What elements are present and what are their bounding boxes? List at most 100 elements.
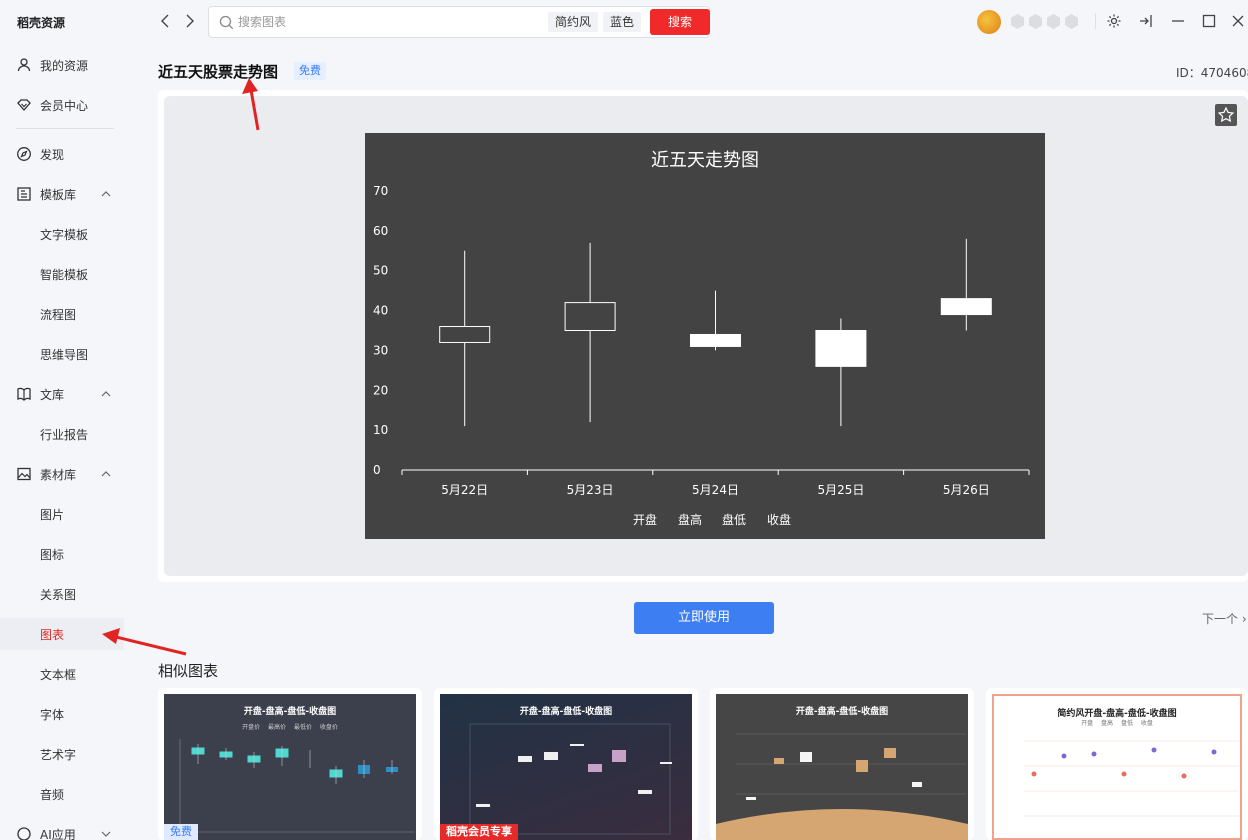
next-link[interactable]: 下一个 › [1202,610,1247,627]
color-filter-chip[interactable]: 蓝色 [603,12,642,32]
sidebar-item-label: 行业报告 [40,428,89,442]
back-arrow-icon[interactable] [157,12,173,30]
sidebar-item-label: 思维导图 [40,348,89,362]
sidebar-item-textbox[interactable]: 文本框 [0,658,124,690]
sidebar-item-audio[interactable]: 音频 [0,778,124,810]
sidebar-item-label: 发现 [40,148,65,162]
page-title: 近五天股票走势图 [158,63,279,81]
gear-icon[interactable] [1106,13,1122,29]
legend-item: 开盘 [633,512,657,527]
star-icon [1217,106,1235,123]
card-chart [1024,740,1239,817]
sidebar-item-label: 文本框 [40,668,77,682]
sidebar-item-label: 文库 [40,388,65,402]
card-chart [179,739,414,840]
card-preview: 开盘-盘高-盘低-收盘图 [716,694,968,840]
avatar[interactable] [977,10,1001,34]
brand-title: 稻壳资源 [17,16,66,30]
template-icon [17,187,31,201]
search-icon [219,15,234,30]
card-tag-free: 免费 [164,824,198,840]
candle-body [690,333,741,347]
x-tick-label: 5月24日 [692,483,739,497]
sidebar-item-label: 文字模板 [40,228,89,242]
sidebar-item-library[interactable]: 文库 [0,378,124,410]
y-tick-label: 0 [373,463,381,477]
search-button[interactable]: 搜索 [650,9,710,35]
legend-item: 盘高 [678,512,702,527]
chart-svg: 近五天走势图 0 10 20 30 40 50 60 70 5月22日 5月23日 5月24日 5月25… [373,150,1030,527]
similar-card[interactable]: 开盘-盘高-盘低-收盘图 开盘价 最高价 最低价 收盘价 免费 [158,688,422,840]
similar-section-title: 相似图表 [158,662,219,680]
x-tick-label: 5月22日 [441,483,488,497]
candle-body [439,326,491,343]
sidebar-item-charts[interactable]: 图表 [0,618,124,650]
toolbar-divider [1095,13,1096,29]
search-bar: 简约风 蓝色 搜索 [208,6,710,38]
forward-arrow-icon[interactable] [182,12,198,30]
y-tick-label: 30 [373,343,388,357]
close-icon[interactable] [1230,13,1246,29]
card-preview: 简约风开盘-盘高-盘低-收盘图 开盘 盘高 盘低 收盘 [992,694,1242,840]
card-tag-member: 稻壳会员专享 [440,824,518,840]
similar-card[interactable]: 开盘-盘高-盘低-收盘图 [710,688,974,840]
sidebar-item-label: 关系图 [40,588,77,602]
sidebar-item-label: 流程图 [40,308,77,322]
maximize-icon[interactable] [1201,13,1217,29]
sidebar-item-label: 我的资源 [40,59,89,73]
sidebar-item-label: 图标 [40,548,65,562]
sidebar-item-text-template[interactable]: 文字模板 [0,218,124,250]
sidebar-item-label: 图表 [40,628,65,642]
exit-icon[interactable] [1138,13,1154,29]
sidebar-item-industry-report[interactable]: 行业报告 [0,418,124,450]
sidebar-item-relation-diagram[interactable]: 关系图 [0,578,124,610]
diamond-icon [17,99,31,111]
candle-body [815,330,867,367]
next-label: 下一个 [1202,612,1239,626]
badge-icon [1011,14,1024,29]
chevron-down-icon[interactable] [100,828,112,840]
minimize-icon[interactable] [1170,13,1186,29]
badge-icon [1029,14,1042,29]
sidebar-item-material-library[interactable]: 素材库 [0,458,124,490]
sidebar-item-pictures[interactable]: 图片 [0,498,124,530]
style-filter-chip[interactable]: 简约风 [548,12,599,32]
sidebar-item-discover[interactable]: 发现 [0,138,124,170]
y-tick-label: 70 [373,184,388,198]
x-tick-label: 5月25日 [817,483,864,497]
sidebar-item-my-resources[interactable]: 我的资源 [0,49,124,81]
sidebar-item-mindmap[interactable]: 思维导图 [0,338,124,370]
sidebar-item-flowchart[interactable]: 流程图 [0,298,124,330]
sidebar-item-fonts[interactable]: 字体 [0,698,124,730]
sidebar-item-member-center[interactable]: 会员中心 [0,89,124,121]
favorite-button[interactable] [1215,104,1237,126]
similar-card[interactable]: 简约风开盘-盘高-盘低-收盘图 开盘 盘高 盘低 收盘 [986,688,1248,840]
sidebar-item-icons[interactable]: 图标 [0,538,124,570]
y-tick-label: 60 [373,224,388,238]
user-icon [17,58,31,72]
card-preview: 开盘-盘高-盘低-收盘图 稻壳会员专享 [440,694,692,840]
ai-icon [17,827,31,840]
x-tick-label: 5月23日 [567,483,614,497]
sidebar-item-art-text[interactable]: 艺术字 [0,738,124,770]
sidebar-item-ai-apps[interactable]: AI应用 [0,818,124,840]
use-now-button[interactable]: 立即使用 [634,602,774,634]
chevron-up-icon[interactable] [100,188,112,200]
sidebar-item-label: 素材库 [40,468,77,482]
card-chart [716,733,968,840]
candle-body [564,302,616,332]
candlestick-chart: 近五天走势图 0 10 20 30 40 50 60 70 5月22日 5月23日 5月24日 5月25… [365,133,1045,539]
chevron-up-icon[interactable] [100,388,112,400]
sidebar-item-template-library[interactable]: 模板库 [0,178,124,210]
sidebar-item-label: 音频 [40,788,65,802]
search-input[interactable] [238,13,538,31]
chevron-up-icon[interactable] [100,468,112,480]
sidebar-item-smart-template[interactable]: 智能模板 [0,258,124,290]
badge-icon [1047,14,1060,29]
sidebar-item-label: 图片 [40,508,65,522]
badge-icon [1065,14,1078,29]
card-chart [469,723,672,835]
x-tick-label: 5月26日 [943,483,990,497]
legend-item: 收盘 [767,512,791,527]
similar-card[interactable]: 开盘-盘高-盘低-收盘图 稻壳会员专享 [434,688,698,840]
